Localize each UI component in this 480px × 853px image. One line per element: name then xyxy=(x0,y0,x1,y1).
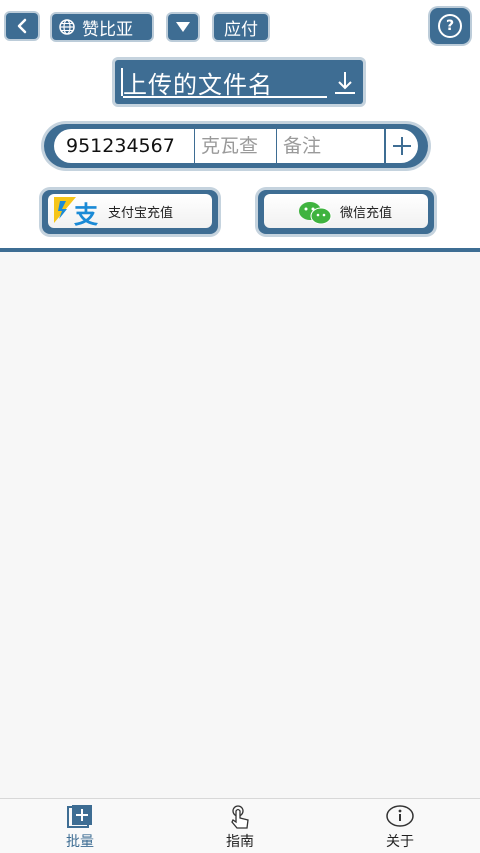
question-circle-icon: ? xyxy=(438,14,462,38)
back-button[interactable] xyxy=(6,13,38,39)
info-icon xyxy=(386,805,414,827)
top-bar: 赞比亚 应付 ? xyxy=(0,0,480,54)
country-dropdown-button[interactable] xyxy=(168,14,198,40)
alipay-recharge-button[interactable]: 支 支付宝充值 xyxy=(42,190,218,234)
chevron-left-icon xyxy=(17,18,27,34)
country-selector[interactable]: 赞比亚 xyxy=(52,14,152,40)
header-panel: 赞比亚 应付 ? 上传的文件名 951234567 克瓦查 备注 支 支付宝充值… xyxy=(0,0,480,252)
upload-file-button[interactable]: 上传的文件名 xyxy=(115,60,363,104)
nav-label-batch: 批量 xyxy=(66,834,94,850)
country-label: 赞比亚 xyxy=(82,19,133,40)
alipay-button-face: 支 支付宝充值 xyxy=(48,194,212,229)
mode-toggle-button[interactable]: 应付 xyxy=(214,14,268,40)
entry-row xyxy=(44,124,428,168)
triangle-down-icon xyxy=(176,22,190,32)
batch-add-icon xyxy=(67,805,92,828)
wechat-label: 微信充值 xyxy=(340,205,393,221)
wechat-icon xyxy=(299,202,332,225)
plus-icon xyxy=(393,137,411,155)
svg-text:支: 支 xyxy=(74,201,99,229)
batch-list-area xyxy=(0,252,480,798)
note-input[interactable] xyxy=(276,129,384,163)
nav-item-batch[interactable]: 批量 xyxy=(0,799,160,853)
touch-hand-icon xyxy=(231,805,249,829)
entry-fields xyxy=(54,129,418,163)
phone-number-input[interactable] xyxy=(54,129,194,163)
globe-icon xyxy=(59,19,75,35)
nav-item-guide[interactable]: 指南 xyxy=(160,799,320,853)
nav-label-guide: 指南 xyxy=(226,834,254,850)
nav-label-about: 关于 xyxy=(386,834,414,850)
wechat-recharge-button[interactable]: 微信充值 xyxy=(258,190,434,234)
amount-input[interactable] xyxy=(194,129,276,163)
bottom-navigation: 批量 指南 关于 xyxy=(0,798,480,853)
mode-label: 应付 xyxy=(224,19,258,40)
download-arrow-icon xyxy=(335,72,355,94)
upload-file-title: 上传的文件名 xyxy=(123,70,273,99)
wechat-button-face: 微信充值 xyxy=(264,194,428,228)
help-button[interactable]: ? xyxy=(430,8,470,44)
nav-item-about[interactable]: 关于 xyxy=(320,799,480,853)
add-entry-button[interactable] xyxy=(384,129,418,163)
help-glyph: ? xyxy=(445,18,455,34)
title-underline xyxy=(123,96,327,98)
title-left-bar xyxy=(121,68,123,96)
alipay-icon: 支 xyxy=(54,197,99,229)
alipay-label: 支付宝充值 xyxy=(108,205,174,221)
